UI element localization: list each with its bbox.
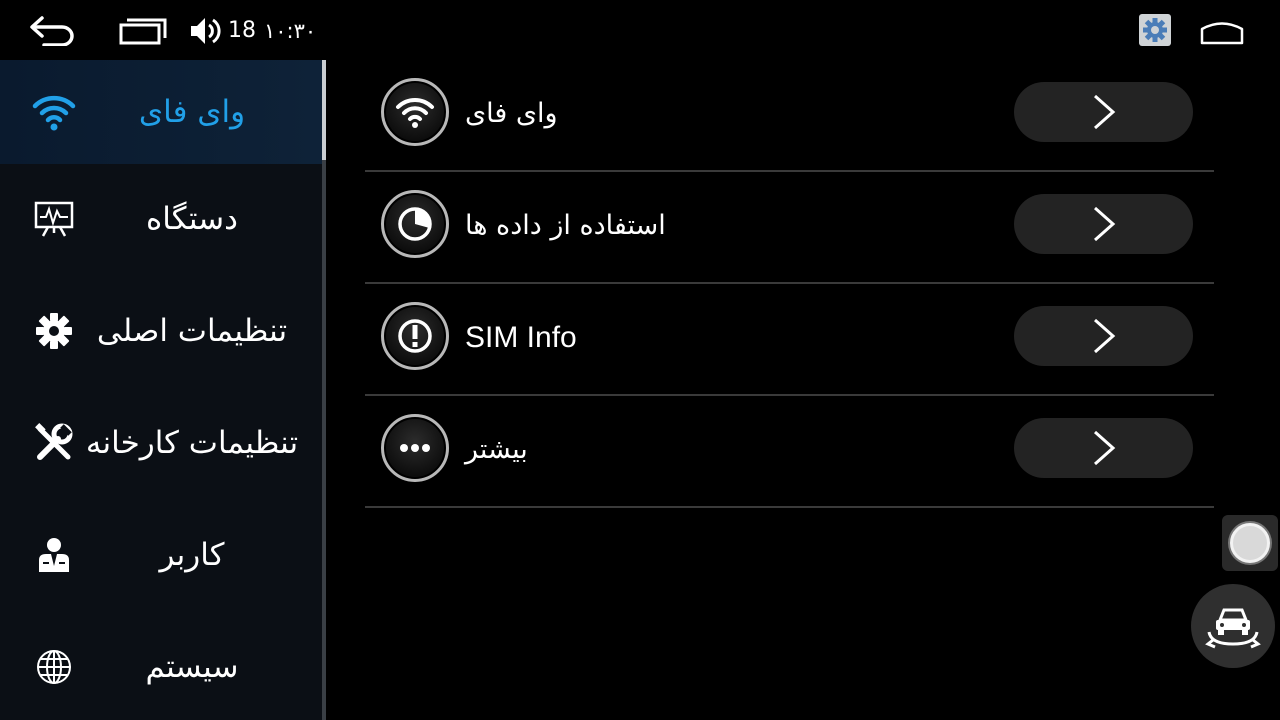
tools-icon [32,421,76,465]
clock: ۱۰:۳۰ [264,19,317,43]
settings-icon[interactable] [1139,14,1171,46]
chevron-right-icon [1093,206,1115,242]
list-item-label: بیشتر [465,434,528,465]
chevron-right-icon [1093,94,1115,130]
open-sim-info-button[interactable] [1014,306,1193,366]
sidebar-item-label: سیستم [145,649,239,685]
sidebar-item-main-settings[interactable]: تنظیمات اصلی [0,279,322,383]
chevron-right-icon [1093,430,1115,466]
device-monitor-icon [32,197,76,241]
sidebar-item-label: وای فای [138,94,246,130]
list-item-data-usage[interactable]: استفاده از داده ها [365,172,1214,284]
sidebar-item-label: تنظیمات کارخانه [85,425,299,461]
sidebar-item-user[interactable]: کاربر [0,503,322,607]
list-item-sim-info[interactable]: SIM Info [365,284,1214,396]
home-icon[interactable] [1200,16,1244,46]
back-icon[interactable] [28,14,78,47]
user-icon [32,533,76,577]
sidebar-item-system[interactable]: سیستم [0,615,322,719]
list-item-label: وای فای [465,98,558,129]
sidebar-item-device[interactable]: دستگاه [0,167,322,271]
car-360-view-button[interactable] [1191,584,1275,668]
chevron-right-icon [1093,318,1115,354]
info-exclamation-icon [381,302,449,370]
status-bar: 18 ۱۰:۳۰ [0,0,1280,60]
sidebar-item-factory-settings[interactable]: تنظیمات کارخانه [0,391,322,495]
sidebar-item-label: کاربر [159,537,225,573]
sidebar-item-label: تنظیمات اصلی [96,313,288,349]
volume-level: 18 [228,18,256,43]
list-item-more[interactable]: بیشتر [365,396,1214,508]
assistive-touch-button[interactable] [1222,515,1278,571]
more-dots-icon [381,414,449,482]
gear-icon [32,309,76,353]
sidebar-item-label: دستگاه [146,201,238,237]
car-rotate-icon [1205,608,1261,649]
globe-icon [32,645,76,689]
recents-icon[interactable] [118,16,168,46]
sidebar-scrollbar-thumb[interactable] [322,60,326,160]
list-item-label: SIM Info [465,321,577,354]
volume-icon[interactable] [188,14,224,48]
open-more-button[interactable] [1014,418,1193,478]
wifi-icon [32,90,76,134]
wifi-icon [381,78,449,146]
list-item-wifi[interactable]: وای فای [365,60,1214,172]
data-usage-icon [381,190,449,258]
open-data-usage-button[interactable] [1014,194,1193,254]
list-item-label: استفاده از داده ها [465,210,666,241]
sidebar-item-wifi[interactable]: وای فای [0,60,322,164]
assistive-touch-icon [1230,523,1270,563]
open-wifi-button[interactable] [1014,82,1193,142]
